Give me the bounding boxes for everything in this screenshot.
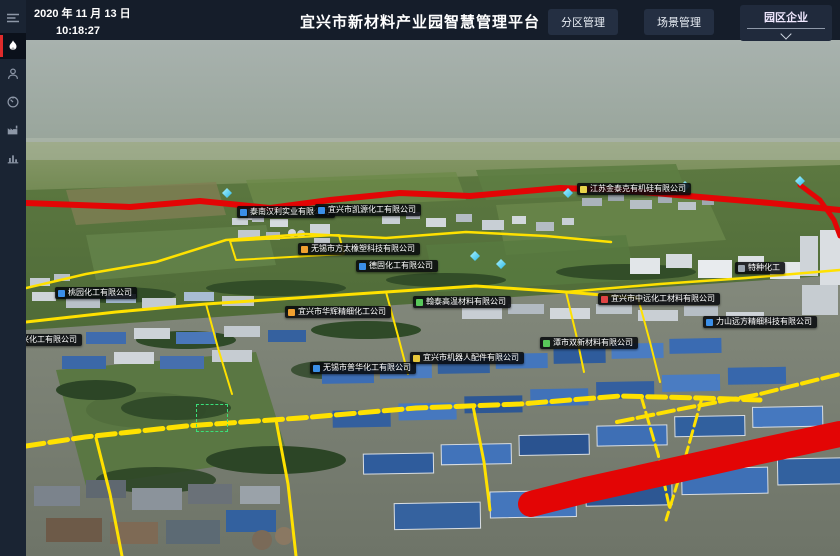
company-name: 德固化工有限公司 — [369, 262, 433, 270]
company-label[interactable]: 德固化工有限公司 — [356, 260, 438, 272]
company-name: 潭市双新材料有限公司 — [553, 339, 633, 347]
company-label[interactable]: 江苏金泰克有机硅有限公司 — [577, 183, 691, 195]
company-icon — [416, 299, 423, 306]
zone-management-button[interactable]: 分区管理 — [548, 9, 618, 35]
sidebar-item-energy-gauge[interactable] — [0, 89, 26, 115]
gauge-icon — [6, 95, 20, 109]
company-icon — [359, 263, 366, 270]
company-label[interactable]: 潭市双新材料有限公司 — [540, 337, 638, 349]
sidebar-item-personnel[interactable] — [0, 61, 26, 87]
company-name: 无锡市普华化工有限公司 — [323, 364, 411, 372]
poi-marker-icon[interactable] — [496, 259, 506, 271]
company-label[interactable]: 宜兴市机器人配件有限公司 — [410, 352, 524, 364]
company-name: 力山远方精细科技有限公司 — [716, 318, 812, 326]
company-icon — [301, 246, 308, 253]
company-name: 宜兴化工有限公司 — [26, 336, 77, 344]
company-icon — [288, 309, 295, 316]
chevron-down-icon — [780, 28, 791, 39]
factory-icon — [6, 123, 20, 137]
company-label[interactable]: 力山远方精细科技有限公司 — [703, 316, 817, 328]
poi-marker-icon[interactable] — [222, 188, 232, 200]
bar-chart-icon — [6, 151, 20, 165]
company-name: 宜兴市凯源化工有限公司 — [328, 206, 416, 214]
company-icon — [738, 265, 745, 272]
company-name: 桃园化工有限公司 — [68, 289, 132, 297]
company-icon — [543, 340, 550, 347]
company-name: 宜兴市机器人配件有限公司 — [423, 354, 519, 362]
company-name: 宜兴市中远化工材料有限公司 — [611, 295, 715, 303]
company-name: 特种化工 — [748, 264, 780, 272]
company-icon — [601, 296, 608, 303]
poi-marker-icon[interactable] — [795, 176, 805, 188]
flame-icon — [6, 39, 20, 54]
company-icon — [313, 365, 320, 372]
header-time: 10:18:27 — [56, 25, 131, 37]
company-label[interactable]: 宜兴市中远化工材料有限公司 — [598, 293, 720, 305]
poi-marker-icon[interactable] — [470, 251, 480, 263]
active-indicator — [0, 35, 3, 57]
company-icon — [706, 319, 713, 326]
company-icon — [58, 290, 65, 297]
scene-management-button[interactable]: 场景管理 — [644, 9, 714, 35]
company-name: 江苏金泰克有机硅有限公司 — [590, 185, 686, 193]
company-icon — [580, 186, 587, 193]
sidebar-item-menu[interactable] — [0, 5, 26, 31]
poi-marker-icon[interactable] — [563, 188, 573, 200]
company-name: 宜兴市华辉精细化工公司 — [298, 308, 386, 316]
header-actions: 分区管理场景管理 园区企业 — [548, 5, 832, 41]
company-label[interactable]: 桃园化工有限公司 — [55, 287, 137, 299]
datetime-block: 2020 年 11 月 13 日 10:18:27 — [34, 5, 131, 37]
company-label[interactable]: 宜兴市凯源化工有限公司 — [315, 204, 421, 216]
company-icon — [318, 207, 325, 214]
sidebar — [0, 0, 26, 556]
company-label[interactable]: 特种化工 — [735, 262, 785, 274]
header-bar: 2020 年 11 月 13 日 10:18:27 宜兴市新材料产业园智慧管理平… — [0, 0, 840, 40]
sidebar-item-factory[interactable] — [0, 117, 26, 143]
company-label[interactable]: 无锡市普华化工有限公司 — [310, 362, 416, 374]
map-overlay: 泰南汉利实业有限公司宜兴市凯源化工有限公司无锡市方太橡塑科技有限公司德固化工有限… — [26, 40, 840, 556]
person-icon — [6, 67, 20, 81]
company-label[interactable]: 宜兴市华辉精细化工公司 — [285, 306, 391, 318]
company-label[interactable]: 宜兴化工有限公司 — [26, 334, 82, 346]
hamburger-icon — [5, 10, 21, 26]
company-icon — [413, 355, 420, 362]
company-label[interactable]: 翰泰高温材料有限公司 — [413, 296, 511, 308]
company-name: 翰泰高温材料有限公司 — [426, 298, 506, 306]
selection-box — [196, 404, 228, 432]
header-date: 2020 年 11 月 13 日 — [34, 5, 131, 21]
sidebar-item-statistics[interactable] — [0, 145, 26, 171]
header-buttons: 分区管理场景管理 — [548, 9, 714, 35]
company-icon — [240, 209, 247, 216]
park-enterprise-dropdown[interactable]: 园区企业 — [740, 5, 832, 41]
company-label[interactable]: 无锡市方太橡塑科技有限公司 — [298, 243, 420, 255]
map-3d-view[interactable]: 泰南汉利实业有限公司宜兴市凯源化工有限公司无锡市方太橡塑科技有限公司德固化工有限… — [26, 40, 840, 556]
sidebar-item-fire-monitor[interactable] — [0, 33, 26, 59]
dropdown-label: 园区企业 — [764, 9, 808, 25]
company-name: 无锡市方太橡塑科技有限公司 — [311, 245, 415, 253]
